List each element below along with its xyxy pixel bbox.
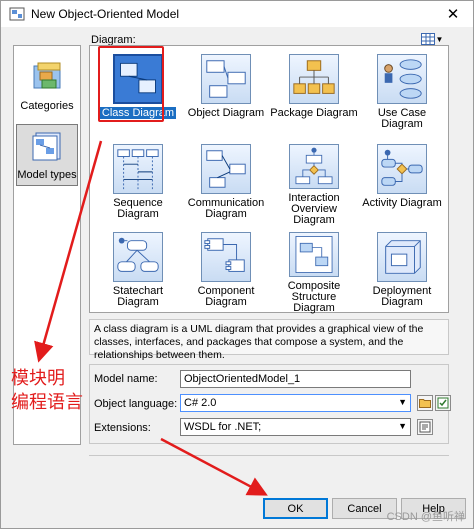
watermark: CSDN @鱼听禅	[386, 511, 465, 523]
annotation-line-1: 模块明	[11, 368, 65, 389]
ok-button[interactable]: OK	[263, 498, 328, 519]
title-bar: New Object-Oriented Model ✕	[1, 1, 473, 27]
use-case-diagram-icon	[377, 54, 427, 104]
diagram-item-package[interactable]: Package Diagram	[270, 48, 358, 136]
rail-item-categories[interactable]: Categories	[16, 54, 78, 116]
extensions-input[interactable]: WSDL for .NET; ▼	[180, 418, 411, 436]
extensions-properties-button[interactable]	[417, 419, 433, 435]
diagram-item-activity[interactable]: Activity Diagram	[358, 138, 446, 226]
browse-language-button[interactable]	[417, 395, 433, 411]
chevron-down-icon: ▼	[398, 421, 407, 431]
diagram-item-component[interactable]: Component Diagram	[182, 226, 270, 314]
statechart-diagram-icon	[113, 232, 163, 282]
diagram-item-deployment[interactable]: Deployment Diagram	[358, 226, 446, 314]
close-icon: ✕	[446, 6, 460, 23]
diagram-item-statechart[interactable]: Statechart Diagram	[94, 226, 182, 314]
diagram-item-interaction-overview[interactable]: Interaction Overview Diagram	[270, 138, 358, 226]
activity-diagram-icon	[377, 144, 427, 194]
extensions-label: Extensions:	[94, 422, 151, 434]
language-properties-button[interactable]	[435, 395, 451, 411]
folders-icon	[33, 62, 61, 89]
arrow-to-ok-button	[160, 437, 268, 496]
object-language-select[interactable]: C# 2.0 ▼	[180, 394, 411, 412]
properties-icon	[419, 421, 431, 433]
diagram-item-communication[interactable]: Communication Diagram	[182, 138, 270, 226]
diagram-item-label: Statechart Diagram	[112, 285, 164, 308]
diagram-item-label: Object Diagram	[187, 107, 265, 119]
folder-icon	[419, 399, 431, 408]
interaction-overview-icon	[289, 144, 339, 189]
separator	[89, 455, 449, 456]
diagram-item-composite-structure[interactable]: Composite Structure Diagram	[270, 226, 358, 314]
diagram-item-object[interactable]: Object Diagram	[182, 48, 270, 136]
diagram-item-sequence[interactable]: Sequence Diagram	[94, 138, 182, 226]
object-diagram-icon	[201, 54, 251, 104]
dialog-window: New Object-Oriented Model ✕ Categories M…	[0, 0, 474, 529]
diagram-item-label: Component Diagram	[197, 285, 255, 308]
composite-structure-icon	[289, 232, 339, 277]
window-title: New Object-Oriented Model	[31, 7, 180, 21]
chevron-down-icon: ▼	[435, 34, 444, 44]
annotation-text: 模块明 编程语言	[11, 367, 83, 415]
rail-item-label: Categories	[20, 100, 74, 112]
object-language-value: C# 2.0	[184, 397, 217, 409]
sequence-diagram-icon	[113, 144, 163, 194]
rail-item-label: Model types	[17, 169, 77, 181]
annotation-line-2: 编程语言	[11, 392, 83, 413]
chevron-down-icon: ▼	[398, 397, 407, 407]
diagram-item-label: Communication Diagram	[187, 197, 265, 220]
component-diagram-icon	[201, 232, 251, 282]
diagram-item-label: Package Diagram	[270, 107, 358, 119]
diagram-item-label: Activity Diagram	[362, 197, 442, 209]
object-language-label: Object language:	[94, 398, 178, 410]
selection-highlight-box	[98, 46, 164, 122]
app-icon	[9, 7, 25, 21]
package-diagram-icon	[289, 54, 339, 104]
diagram-item-use-case[interactable]: Use Case Diagram	[358, 48, 446, 136]
model-types-icon	[32, 132, 61, 161]
communication-diagram-icon	[201, 144, 251, 194]
close-button[interactable]: ✕	[433, 1, 473, 27]
rail-item-model-types[interactable]: Model types	[16, 124, 78, 186]
model-name-label: Model name:	[94, 373, 158, 385]
extensions-value: WSDL for .NET;	[184, 421, 262, 433]
diagram-description: A class diagram is a UML diagram that pr…	[89, 319, 449, 361]
diagram-item-label: Sequence Diagram	[113, 197, 163, 220]
deployment-diagram-icon	[377, 232, 427, 282]
properties-icon	[437, 397, 449, 409]
model-name-input[interactable]: ObjectOrientedModel_1	[180, 370, 411, 388]
diagram-item-label: Composite Structure Diagram	[287, 280, 341, 314]
diagram-item-label: Deployment Diagram	[372, 285, 432, 308]
diagram-item-label: Use Case Diagram	[377, 107, 427, 130]
diagram-item-label: Interaction Overview Diagram	[288, 192, 340, 226]
grid-view-icon	[420, 33, 435, 45]
